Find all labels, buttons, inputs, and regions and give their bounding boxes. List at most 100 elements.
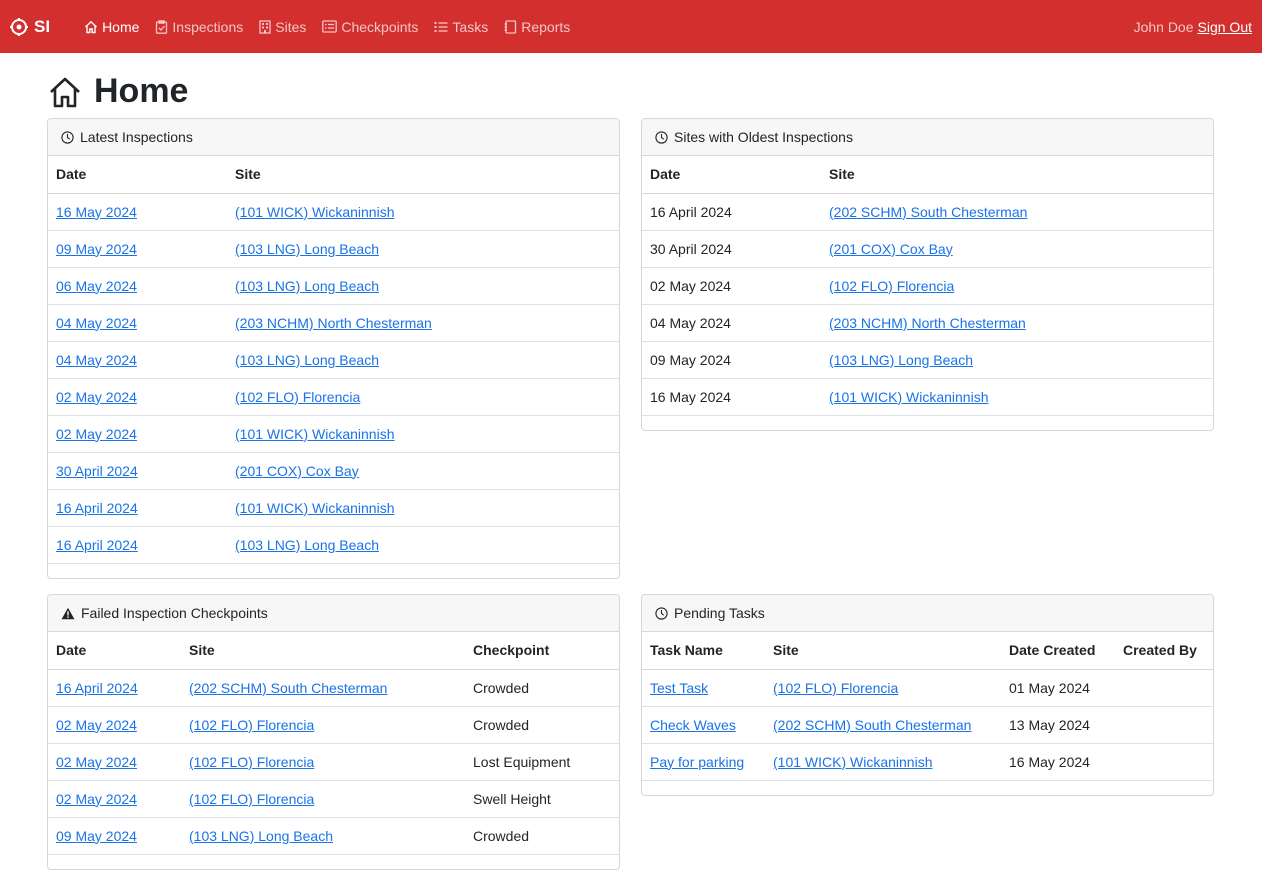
table-link[interactable]: 09 May 2024 (56, 828, 137, 844)
table-link[interactable]: (203 NCHM) North Chesterman (829, 315, 1026, 331)
table-cell: Pay for parking (642, 743, 765, 781)
table-cell: 06 May 2024 (48, 267, 227, 305)
table-row: 04 May 2024 (103 LNG) Long Beach (48, 341, 619, 379)
table-link[interactable]: 16 April 2024 (56, 680, 138, 696)
table-link[interactable]: 02 May 2024 (56, 717, 137, 733)
sign-out-link[interactable]: Sign Out (1198, 19, 1252, 35)
nav-label-tasks: Tasks (452, 18, 489, 35)
crosshair-icon (10, 17, 28, 36)
table-cell: 16 May 2024 (642, 378, 821, 416)
table-link[interactable]: (201 COX) Cox Bay (829, 241, 953, 257)
table-link[interactable]: (101 WICK) Wickaninnish (773, 754, 933, 770)
table-link[interactable]: (202 SCHM) South Chesterman (189, 680, 387, 696)
table-cell: 02 May 2024 (48, 706, 181, 744)
user-name: John Doe (1133, 18, 1194, 35)
nav-label-checkpoints: Checkpoints (341, 18, 419, 35)
table-cell: (102 FLO) Florencia (765, 669, 1001, 707)
table-link[interactable]: 04 May 2024 (56, 315, 137, 331)
table-link[interactable]: (203 NCHM) North Chesterman (235, 315, 432, 331)
table-link[interactable]: (101 WICK) Wickaninnish (235, 500, 395, 516)
table-link[interactable]: (103 LNG) Long Beach (189, 828, 333, 844)
table-link[interactable]: (103 LNG) Long Beach (235, 241, 379, 257)
house-icon (50, 77, 80, 107)
table-cell-text: Crowded (473, 716, 530, 733)
table-link[interactable]: 16 April 2024 (56, 537, 138, 553)
table-cell: (102 FLO) Florencia (821, 267, 1213, 305)
table-link[interactable]: Pay for parking (650, 754, 744, 770)
table-cell: 09 May 2024 (48, 817, 181, 855)
table-link[interactable]: 02 May 2024 (56, 426, 137, 442)
table-link[interactable]: 30 April 2024 (56, 463, 138, 479)
table-cell: (101 WICK) Wickaninnish (227, 489, 619, 527)
table-link[interactable]: (102 FLO) Florencia (189, 754, 314, 770)
card-title: Latest Inspections (80, 129, 193, 145)
table-link[interactable]: 02 May 2024 (56, 754, 137, 770)
page-title-text: Home (94, 72, 189, 110)
table-cell-text: Crowded (473, 679, 530, 696)
table-row: 02 May 2024 (102 FLO) Florencia (642, 267, 1213, 305)
nav-item-checkpoints[interactable]: Checkpoints (322, 19, 418, 35)
nav-item-sites[interactable]: Sites (259, 19, 306, 35)
table-cell-text: 04 May 2024 (650, 314, 731, 331)
nav-label-sites: Sites (275, 18, 307, 35)
table-cell: (103 LNG) Long Beach (181, 817, 465, 855)
nav-label-home: Home (102, 18, 140, 35)
building-icon (259, 19, 271, 34)
table-row: 30 April 2024 (201 COX) Cox Bay (48, 452, 619, 490)
table-cell: (101 WICK) Wickaninnish (765, 743, 1001, 781)
table-link[interactable]: (103 LNG) Long Beach (235, 352, 379, 368)
table-link[interactable]: (103 LNG) Long Beach (235, 278, 379, 294)
column-header: Date (642, 156, 821, 194)
card-title: Failed Inspection Checkpoints (81, 605, 268, 621)
table-row: 02 May 2024 (101 WICK) Wickaninnish (48, 415, 619, 453)
nav-item-home[interactable]: Home (84, 19, 139, 35)
table-link[interactable]: (102 FLO) Florencia (189, 717, 314, 733)
table-row: 09 May 2024 (103 LNG) Long Beach Crowded (48, 817, 619, 855)
table-header-row: Date Site (48, 156, 619, 194)
table-link[interactable]: (101 WICK) Wickaninnish (235, 426, 395, 442)
table-link[interactable]: (102 FLO) Florencia (189, 791, 314, 807)
card-header: Failed Inspection Checkpoints (48, 595, 619, 632)
table-row: 09 May 2024 (103 LNG) Long Beach (48, 230, 619, 268)
table-link[interactable]: 02 May 2024 (56, 791, 137, 807)
nav-item-reports[interactable]: Reports (504, 19, 570, 35)
table-header-row: Date Site Checkpoint (48, 632, 619, 670)
brand-text: SI (34, 16, 51, 36)
table-link[interactable]: 16 May 2024 (56, 204, 137, 220)
table-link[interactable]: 16 April 2024 (56, 500, 138, 516)
table-link[interactable]: (101 WICK) Wickaninnish (235, 204, 395, 220)
brand-logo[interactable]: SI (10, 17, 50, 37)
table-cell-text: 09 May 2024 (650, 351, 731, 368)
table-link[interactable]: Test Task (650, 680, 708, 696)
table-link[interactable]: Check Waves (650, 717, 736, 733)
table-cell: Crowded (465, 706, 619, 744)
table-cell: (103 LNG) Long Beach (227, 341, 619, 379)
table-link[interactable]: 04 May 2024 (56, 352, 137, 368)
column-header: Checkpoint (465, 632, 619, 670)
table-cell: (203 NCHM) North Chesterman (821, 304, 1213, 342)
table-cell: (101 WICK) Wickaninnish (821, 378, 1213, 416)
table-link[interactable]: (102 FLO) Florencia (773, 680, 898, 696)
nav-item-tasks[interactable]: Tasks (434, 19, 488, 35)
oldest-inspections-table: Date Site 16 April 2024 (202 SCHM) South … (642, 156, 1213, 416)
table-link[interactable]: 09 May 2024 (56, 241, 137, 257)
table-cell: 09 May 2024 (642, 341, 821, 379)
latest-inspections-card: Latest Inspections Date Site 16 May 2024… (47, 118, 620, 579)
column-header: Site (821, 156, 1213, 194)
list-task-icon (434, 21, 448, 32)
table-link[interactable]: (103 LNG) Long Beach (235, 537, 379, 553)
table-link[interactable]: (101 WICK) Wickaninnish (829, 389, 989, 405)
table-header-row: Task Name Site Date Created Created By (642, 632, 1213, 670)
table-link[interactable]: (202 SCHM) South Chesterman (829, 204, 1027, 220)
table-link[interactable]: (201 COX) Cox Bay (235, 463, 359, 479)
table-link[interactable]: (202 SCHM) South Chesterman (773, 717, 971, 733)
nav-item-inspections[interactable]: Inspections (155, 19, 243, 35)
table-link[interactable]: (102 FLO) Florencia (235, 389, 360, 405)
table-link[interactable]: (102 FLO) Florencia (829, 278, 954, 294)
table-row: 30 April 2024 (201 COX) Cox Bay (642, 230, 1213, 268)
table-link[interactable]: (103 LNG) Long Beach (829, 352, 973, 368)
table-link[interactable]: 02 May 2024 (56, 389, 137, 405)
table-cell: Lost Equipment (465, 743, 619, 781)
table-link[interactable]: 06 May 2024 (56, 278, 137, 294)
card-header: Pending Tasks (642, 595, 1213, 632)
